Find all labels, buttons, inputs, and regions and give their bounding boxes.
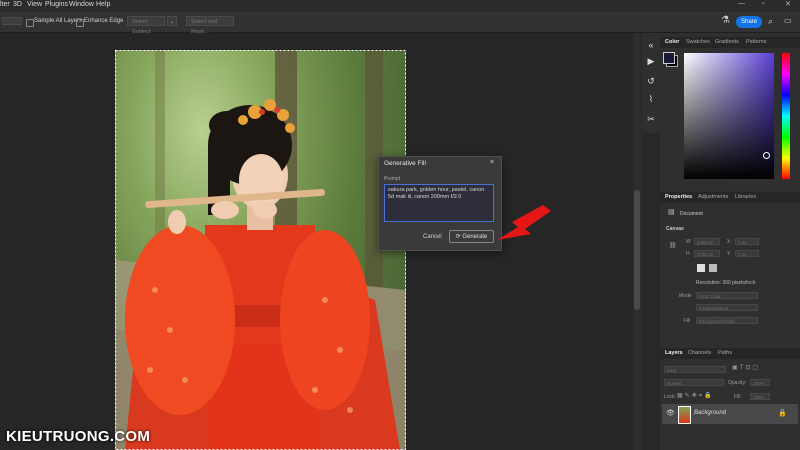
- photo-illustration: [115, 50, 406, 450]
- discover-icon[interactable]: ⚗: [721, 15, 730, 26]
- resolution-text: Resolution: 300 pixels/inch: [696, 280, 756, 286]
- tools-icon[interactable]: ✂: [645, 113, 657, 125]
- document-image[interactable]: [115, 50, 406, 450]
- search-icon[interactable]: ⌕: [768, 16, 773, 27]
- mode-label: Mode: [679, 293, 692, 299]
- height-label: H: [686, 251, 690, 257]
- enhance-edge-checkbox[interactable]: [76, 19, 84, 27]
- tab-channels[interactable]: Channels: [688, 350, 711, 356]
- fill-select[interactable]: Background Color: [696, 317, 758, 324]
- color-picker-field[interactable]: [684, 53, 774, 179]
- watermark-text: KIEUTRUONG.COM: [6, 428, 151, 445]
- width-label: W: [686, 239, 691, 245]
- tab-gradients[interactable]: Gradients: [715, 39, 739, 45]
- options-bar: Sample All Layers Enhance Edge Select Su…: [0, 12, 800, 35]
- color-panel-tabs: Color Swatches Gradients Patterns: [660, 37, 800, 48]
- layer-fill-field[interactable]: 100%: [750, 393, 770, 400]
- dialog-title: Generative Fill: [384, 160, 426, 167]
- enhance-edge-label: Enhance Edge: [84, 18, 124, 24]
- menu-view[interactable]: View: [27, 1, 42, 8]
- red-arrow-annotation: [497, 205, 551, 240]
- tab-swatches[interactable]: Swatches: [686, 39, 710, 45]
- tab-properties[interactable]: Properties: [665, 194, 692, 200]
- lock-label: Lock:: [664, 394, 676, 400]
- canvas-section-title[interactable]: Canvas: [666, 226, 684, 232]
- chevron-down-icon[interactable]: ⌄: [167, 16, 177, 26]
- menu-3d[interactable]: 3D: [13, 1, 22, 8]
- layer-filter-select[interactable]: Kind: [664, 366, 726, 373]
- menu-bar: lter 3D View Plugins Window Help — ▫ ✕: [0, 0, 800, 12]
- landscape-orientation-icon[interactable]: [709, 264, 717, 272]
- menu-plugins[interactable]: Plugins: [45, 1, 68, 8]
- generate-label: Generate: [462, 234, 488, 240]
- portrait-orientation-icon[interactable]: [697, 264, 705, 272]
- menu-help[interactable]: Help: [96, 1, 110, 8]
- layer-fill-label: Fill:: [734, 394, 742, 400]
- menu-filter[interactable]: lter: [0, 1, 10, 8]
- y-field[interactable]: 0 px: [735, 250, 759, 257]
- opacity-field[interactable]: 100%: [750, 379, 770, 386]
- document-label: Document: [680, 211, 703, 217]
- history-icon[interactable]: ↺: [645, 75, 657, 87]
- layer-filter-icons[interactable]: ▣T⊡▢: [732, 364, 760, 371]
- properties-panel-tabs: Properties Adjustments Libraries: [660, 192, 800, 203]
- layer-lock-icon: 🔒: [778, 410, 787, 417]
- select-subject-button[interactable]: Select Subject: [127, 16, 165, 35]
- tab-layers[interactable]: Layers: [665, 350, 683, 356]
- tool-preset-field[interactable]: [2, 17, 22, 25]
- document-icon: ▤: [668, 209, 675, 216]
- bit-depth-select[interactable]: 8 Bits/Channel: [696, 304, 758, 311]
- fill-label: Fill: [684, 318, 691, 324]
- brush-icon[interactable]: ⌇: [645, 93, 657, 105]
- tab-color[interactable]: Color: [665, 39, 679, 45]
- tab-paths[interactable]: Paths: [718, 350, 732, 356]
- y-label: Y: [727, 251, 731, 257]
- width-field[interactable]: 4480 px: [694, 238, 720, 245]
- minimize-icon[interactable]: —: [738, 0, 745, 7]
- visibility-eye-icon[interactable]: 👁: [666, 409, 675, 417]
- close-icon[interactable]: ×: [490, 159, 494, 166]
- prompt-textarea[interactable]: sakura park, golden hour, pastel, canon …: [384, 184, 494, 222]
- play-icon[interactable]: ▶: [645, 55, 657, 67]
- close-window-icon[interactable]: ✕: [785, 0, 791, 8]
- mode-select[interactable]: RGB Color: [696, 292, 758, 299]
- tab-patterns[interactable]: Patterns: [746, 39, 766, 45]
- expand-panels-icon[interactable]: «: [645, 39, 657, 51]
- menu-window[interactable]: Window: [69, 1, 94, 8]
- generate-icon: ⟳: [455, 234, 461, 240]
- sample-all-layers-checkbox[interactable]: [26, 19, 34, 27]
- sample-all-layers-label: Sample All Layers: [34, 18, 83, 24]
- layer-row-background[interactable]: 👁 Background 🔒: [662, 404, 798, 424]
- layer-name[interactable]: Background: [694, 410, 726, 416]
- panel-icons-column: « ▶ ↺ ⌇ ✂: [642, 33, 660, 133]
- generative-fill-dialog: Generative Fill × Prompt sakura park, go…: [378, 156, 502, 251]
- height-field[interactable]: 6720 px: [694, 250, 720, 257]
- x-field[interactable]: 0 px: [735, 238, 759, 245]
- blend-mode-select[interactable]: Normal: [664, 379, 724, 386]
- generate-button[interactable]: ⟳ Generate: [449, 230, 494, 243]
- x-label: X: [727, 239, 731, 245]
- share-button[interactable]: Share: [736, 16, 762, 28]
- layer-thumbnail: [678, 406, 691, 424]
- select-and-mask-button[interactable]: Select and Mask...: [186, 16, 234, 35]
- tab-libraries[interactable]: Libraries: [735, 194, 756, 200]
- foreground-color-swatch[interactable]: [663, 52, 675, 64]
- maximize-icon[interactable]: ▫: [762, 0, 764, 7]
- cancel-button[interactable]: Cancel: [423, 234, 442, 240]
- layers-panel-tabs: Layers Channels Paths: [660, 348, 800, 359]
- opacity-label: Opacity:: [728, 380, 747, 386]
- lock-icons[interactable]: ▦✎✥⌗🔒: [677, 392, 714, 400]
- color-picker-cursor[interactable]: [763, 152, 770, 159]
- scrollbar-thumb[interactable]: [634, 190, 640, 310]
- prompt-label: Prompt: [384, 176, 401, 182]
- tab-adjustments[interactable]: Adjustments: [698, 194, 728, 200]
- workspace-icon[interactable]: ▭: [784, 16, 792, 25]
- link-icon[interactable]: ⛓: [669, 242, 677, 249]
- hue-slider[interactable]: [782, 53, 790, 179]
